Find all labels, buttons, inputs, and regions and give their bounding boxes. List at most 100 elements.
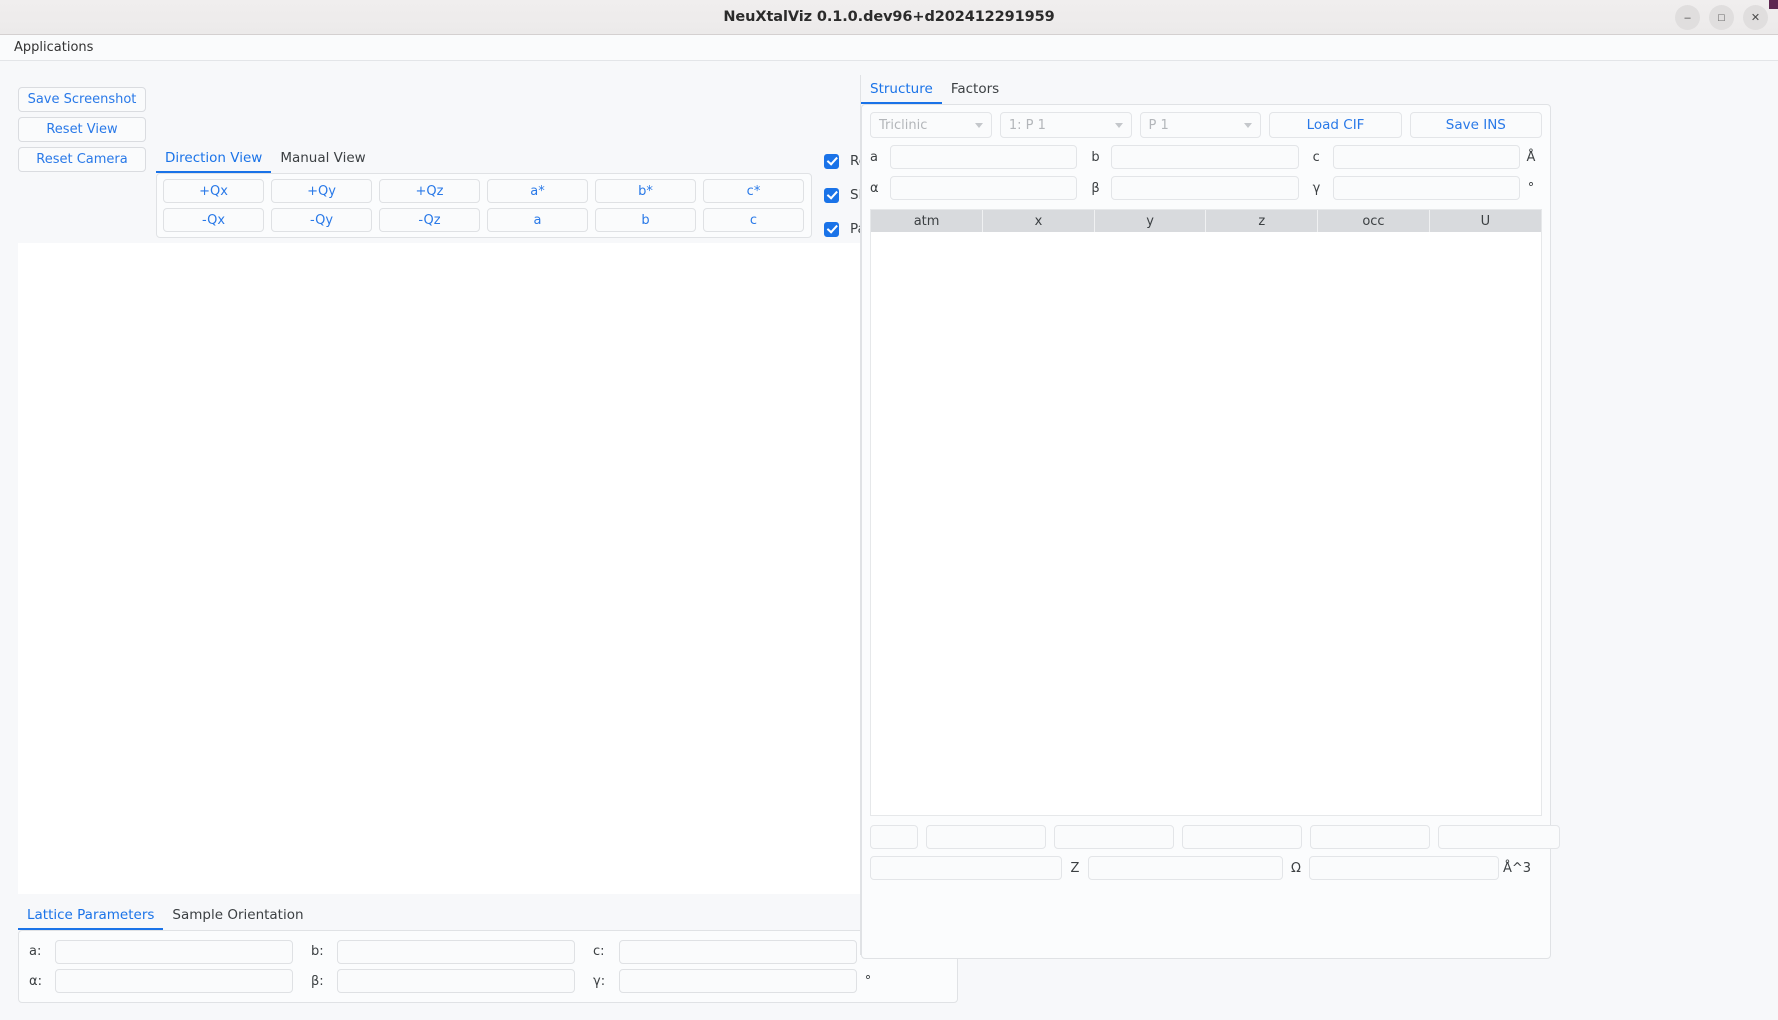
tab-manual-view[interactable]: Manual View	[271, 147, 374, 173]
column-header-x[interactable]: x	[983, 210, 1095, 232]
omega-label: Ω	[1283, 861, 1309, 876]
cell-c-label: c	[1313, 150, 1333, 165]
tab-factors[interactable]: Factors	[942, 78, 1008, 104]
dir-button-c[interactable]: c	[703, 208, 804, 232]
dir-button-a-star[interactable]: a*	[487, 179, 588, 203]
lattice-gamma-label: γ:	[593, 974, 619, 989]
reset-camera-button[interactable]: Reset Camera	[18, 147, 146, 172]
cell-length-unit: Å	[1520, 150, 1542, 165]
lattice-b-input[interactable]	[337, 940, 575, 964]
cell-angle-unit: °	[1520, 181, 1542, 196]
lattice-parameters-panel: a: b: c: Å α: β: γ: °	[18, 930, 958, 1003]
cell-c-input[interactable]	[1333, 145, 1520, 169]
checkmark-icon	[824, 222, 839, 237]
atoms-table-container[interactable]: atm x y z occ U	[870, 209, 1542, 816]
atoms-table: atm x y z occ U	[871, 210, 1541, 232]
cell-lengths-row: a b c Å	[870, 145, 1542, 169]
save-screenshot-button[interactable]: Save Screenshot	[18, 87, 146, 112]
column-header-z[interactable]: z	[1206, 210, 1318, 232]
atom-u-input[interactable]	[1438, 825, 1560, 849]
atom-z-input[interactable]	[1182, 825, 1302, 849]
right-panel: Structure Factors Triclinic 1: P 1 P 1 L…	[860, 61, 1778, 1020]
view-tab-bar: Direction View Manual View	[156, 147, 375, 173]
dir-button-b-star[interactable]: b*	[595, 179, 696, 203]
tab-lattice-parameters[interactable]: Lattice Parameters	[18, 904, 163, 930]
lattice-alpha-input[interactable]	[55, 969, 293, 993]
cell-beta-label: β	[1091, 181, 1111, 196]
cell-gamma-label: γ	[1313, 181, 1333, 196]
maximize-icon[interactable]: □	[1709, 5, 1734, 30]
lattice-gamma-input[interactable]	[619, 969, 857, 993]
column-header-y[interactable]: y	[1094, 210, 1206, 232]
viewer-action-buttons: Save Screenshot Reset View Reset Camera	[18, 87, 146, 172]
cell-b-input[interactable]	[1111, 145, 1298, 169]
chevron-down-icon	[975, 123, 983, 128]
direction-view-panel: +Qx +Qy +Qz a* b* c* -Qx -Qy -Qz a b c	[156, 173, 812, 238]
cell-a-input[interactable]	[890, 145, 1077, 169]
menu-item-applications[interactable]: Applications	[4, 37, 103, 58]
chevron-down-icon	[1244, 123, 1252, 128]
cell-b-label: b	[1091, 150, 1111, 165]
lattice-lengths-row: a: b: c: Å	[29, 940, 947, 964]
dir-button-plus-qy[interactable]: +Qy	[271, 179, 372, 203]
dir-button-a[interactable]: a	[487, 208, 588, 232]
dir-button-plus-qx[interactable]: +Qx	[163, 179, 264, 203]
tab-direction-view[interactable]: Direction View	[156, 147, 271, 173]
tab-structure[interactable]: Structure	[861, 78, 942, 104]
lattice-b-label: b:	[311, 944, 337, 959]
atom-symbol-input[interactable]	[870, 825, 918, 849]
lattice-tab-bar: Lattice Parameters Sample Orientation	[18, 904, 313, 930]
atom-x-input[interactable]	[926, 825, 1046, 849]
save-ins-button[interactable]: Save INS	[1410, 112, 1542, 138]
z-value-input[interactable]	[1088, 856, 1283, 880]
close-icon[interactable]: ✕	[1743, 5, 1768, 30]
cell-alpha-label: α	[870, 181, 890, 196]
formula-volume-row: Z Ω Å^3	[870, 856, 1542, 880]
direction-row-positive: +Qx +Qy +Qz a* b* c*	[163, 179, 805, 203]
cell-angles-row: α β γ °	[870, 176, 1542, 200]
3d-viewport[interactable]	[18, 243, 958, 894]
column-header-u[interactable]: U	[1429, 210, 1541, 232]
lattice-a-label: a:	[29, 944, 55, 959]
tab-sample-orientation[interactable]: Sample Orientation	[163, 904, 312, 930]
atom-y-input[interactable]	[1054, 825, 1174, 849]
volume-input[interactable]	[1309, 856, 1499, 880]
chemical-formula-input[interactable]	[870, 856, 1062, 880]
crystal-system-select[interactable]: Triclinic	[870, 112, 992, 138]
lattice-a-input[interactable]	[55, 940, 293, 964]
structure-panel: Triclinic 1: P 1 P 1 Load CIF Save INS a…	[861, 104, 1551, 959]
load-cif-button[interactable]: Load CIF	[1269, 112, 1401, 138]
dir-button-minus-qy[interactable]: -Qy	[271, 208, 372, 232]
window-title: NeuXtalViz 0.1.0.dev96+d202412291959	[723, 9, 1054, 25]
checkmark-icon	[824, 188, 839, 203]
chevron-down-icon	[1115, 123, 1123, 128]
window-titlebar: NeuXtalViz 0.1.0.dev96+d202412291959 – □…	[0, 0, 1778, 35]
cell-alpha-input[interactable]	[890, 176, 1077, 200]
dir-button-minus-qx[interactable]: -Qx	[163, 208, 264, 232]
dir-button-minus-qz[interactable]: -Qz	[379, 208, 480, 232]
space-group-number-select[interactable]: 1: P 1	[1000, 112, 1132, 138]
symmetry-selectors: Triclinic 1: P 1 P 1 Load CIF Save INS	[870, 112, 1542, 138]
reset-view-button[interactable]: Reset View	[18, 117, 146, 142]
corner-decoration	[1769, 0, 1778, 9]
checkmark-icon	[824, 154, 839, 169]
column-header-atm[interactable]: atm	[871, 210, 983, 232]
window-controls: – □ ✕	[1675, 0, 1768, 35]
minimize-icon[interactable]: –	[1675, 5, 1700, 30]
space-group-symbol-value: P 1	[1149, 118, 1169, 133]
cell-gamma-input[interactable]	[1333, 176, 1520, 200]
lattice-c-input[interactable]	[619, 940, 857, 964]
column-header-occ[interactable]: occ	[1318, 210, 1430, 232]
menu-bar: Applications	[0, 35, 1778, 61]
dir-button-b[interactable]: b	[595, 208, 696, 232]
space-group-symbol-select[interactable]: P 1	[1140, 112, 1262, 138]
atom-occ-input[interactable]	[1310, 825, 1430, 849]
dir-button-c-star[interactable]: c*	[703, 179, 804, 203]
crystal-system-value: Triclinic	[879, 118, 927, 133]
direction-row-negative: -Qx -Qy -Qz a b c	[163, 208, 805, 232]
dir-button-plus-qz[interactable]: +Qz	[379, 179, 480, 203]
main-content: Save Screenshot Reset View Reset Camera …	[0, 61, 1778, 1020]
cell-beta-input[interactable]	[1111, 176, 1298, 200]
lattice-beta-input[interactable]	[337, 969, 575, 993]
lattice-c-label: c:	[593, 944, 619, 959]
